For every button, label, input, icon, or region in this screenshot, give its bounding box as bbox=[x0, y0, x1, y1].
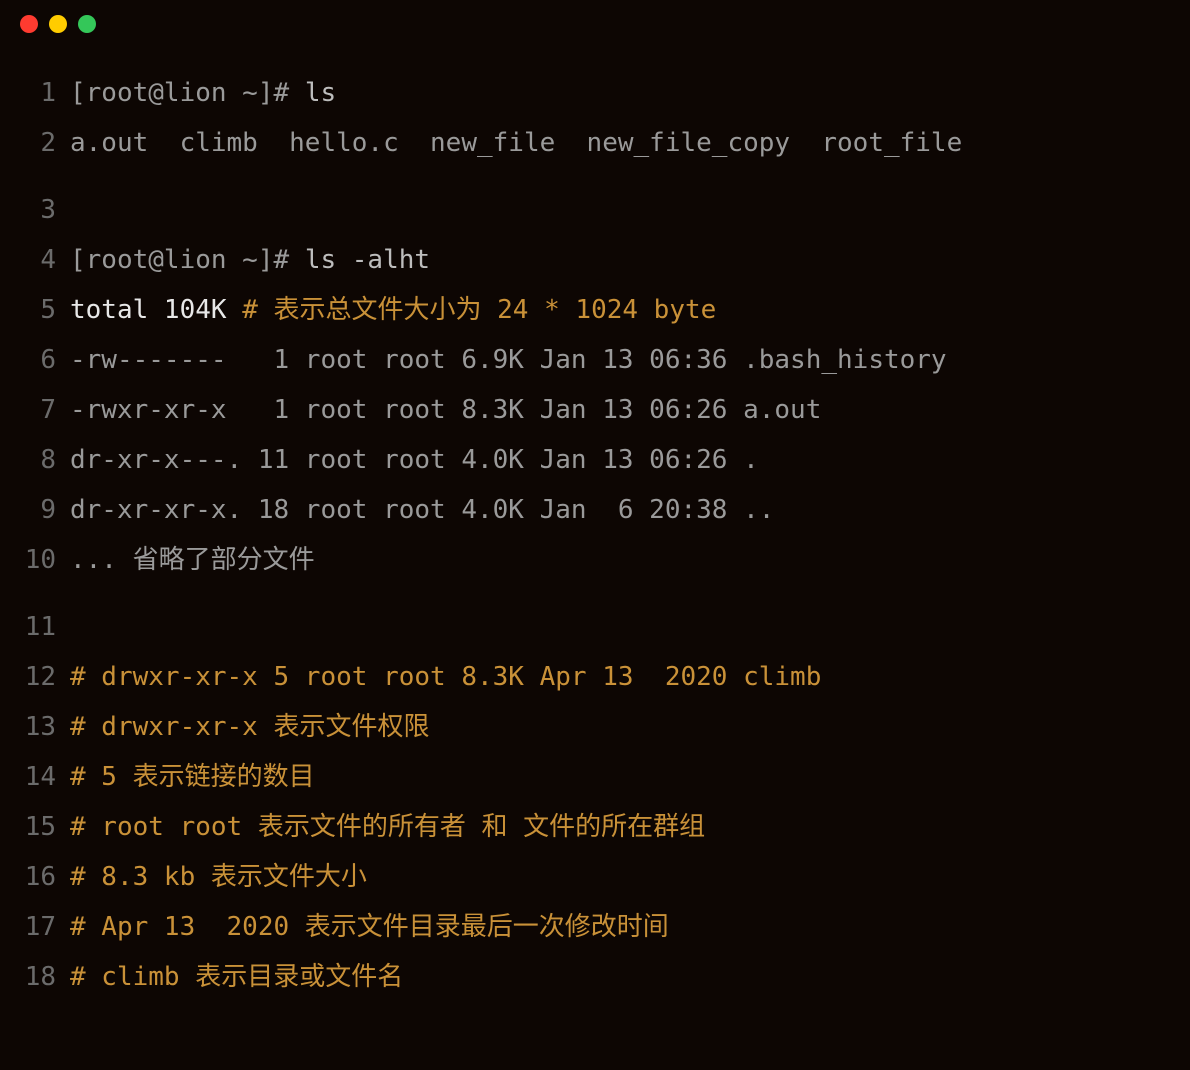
line-content: a.out climb hello.c new_file new_file_co… bbox=[70, 118, 1180, 168]
line-content: -rwxr-xr-x 1 root root 8.3K Jan 13 06:26… bbox=[70, 385, 1180, 435]
comment-text: # climb 表示目录或文件名 bbox=[70, 962, 403, 992]
comment-text: # Apr 13 2020 表示文件目录最后一次修改时间 bbox=[70, 912, 669, 942]
terminal-line: 16# 8.3 kb 表示文件大小 bbox=[0, 852, 1180, 902]
terminal-line: 11 bbox=[0, 585, 1180, 652]
line-number: 3 bbox=[0, 185, 70, 235]
line-content: # 5 表示链接的数目 bbox=[70, 752, 1180, 802]
line-number: 1 bbox=[0, 68, 70, 118]
line-number: 10 bbox=[0, 535, 70, 585]
line-number: 15 bbox=[0, 802, 70, 852]
line-number: 16 bbox=[0, 852, 70, 902]
terminal-line: 2a.out climb hello.c new_file new_file_c… bbox=[0, 118, 1180, 168]
line-number: 6 bbox=[0, 335, 70, 385]
line-content: -rw------- 1 root root 6.9K Jan 13 06:36… bbox=[70, 335, 1180, 385]
output-text: a.out climb hello.c new_file new_file_co… bbox=[70, 128, 962, 158]
output-text: -rwxr-xr-x 1 root root 8.3K Jan 13 06:26… bbox=[70, 395, 821, 425]
comment-text: # 表示总文件大小为 24 * 1024 byte bbox=[242, 295, 716, 325]
output-text: ... 省略了部分文件 bbox=[70, 545, 315, 575]
terminal-line: 15# root root 表示文件的所有者 和 文件的所在群组 bbox=[0, 802, 1180, 852]
line-content: # 8.3 kb 表示文件大小 bbox=[70, 852, 1180, 902]
line-number: 17 bbox=[0, 902, 70, 952]
terminal-line: 14# 5 表示链接的数目 bbox=[0, 752, 1180, 802]
line-number: 5 bbox=[0, 285, 70, 335]
terminal-line: 7-rwxr-xr-x 1 root root 8.3K Jan 13 06:2… bbox=[0, 385, 1180, 435]
line-content: ... 省略了部分文件 bbox=[70, 535, 1180, 585]
line-number: 9 bbox=[0, 485, 70, 535]
shell-prompt: [root@lion ~]# bbox=[70, 245, 305, 275]
terminal-line: 4[root@lion ~]# ls -alht bbox=[0, 235, 1180, 285]
comment-text: # drwxr-xr-x 5 root root 8.3K Apr 13 202… bbox=[70, 662, 821, 692]
terminal-line: 8dr-xr-x---. 11 root root 4.0K Jan 13 06… bbox=[0, 435, 1180, 485]
command-text: ls -alht bbox=[305, 245, 430, 275]
terminal-body[interactable]: 1[root@lion ~]# ls2a.out climb hello.c n… bbox=[0, 48, 1190, 1022]
output-text: dr-xr-x---. 11 root root 4.0K Jan 13 06:… bbox=[70, 445, 759, 475]
terminal-line: 1[root@lion ~]# ls bbox=[0, 68, 1180, 118]
line-content: # drwxr-xr-x 表示文件权限 bbox=[70, 702, 1180, 752]
terminal-line: 17# Apr 13 2020 表示文件目录最后一次修改时间 bbox=[0, 902, 1180, 952]
terminal-line: 18# climb 表示目录或文件名 bbox=[0, 952, 1180, 1002]
output-text: -rw------- 1 root root 6.9K Jan 13 06:36… bbox=[70, 345, 947, 375]
shell-prompt: [root@lion ~]# bbox=[70, 78, 305, 108]
line-content bbox=[70, 585, 1180, 635]
line-number: 8 bbox=[0, 435, 70, 485]
comment-text: # 5 表示链接的数目 bbox=[70, 762, 315, 792]
line-number: 2 bbox=[0, 118, 70, 168]
line-content: # drwxr-xr-x 5 root root 8.3K Apr 13 202… bbox=[70, 652, 1180, 702]
terminal-line: 3 bbox=[0, 168, 1180, 235]
line-number: 4 bbox=[0, 235, 70, 285]
command-text: ls bbox=[305, 78, 336, 108]
line-content: dr-xr-x---. 11 root root 4.0K Jan 13 06:… bbox=[70, 435, 1180, 485]
line-content: total 104K # 表示总文件大小为 24 * 1024 byte bbox=[70, 285, 1180, 335]
line-content: # Apr 13 2020 表示文件目录最后一次修改时间 bbox=[70, 902, 1180, 952]
line-content: [root@lion ~]# ls bbox=[70, 68, 1180, 118]
comment-text: # 8.3 kb 表示文件大小 bbox=[70, 862, 367, 892]
terminal-line: 5total 104K # 表示总文件大小为 24 * 1024 byte bbox=[0, 285, 1180, 335]
terminal-line: 12# drwxr-xr-x 5 root root 8.3K Apr 13 2… bbox=[0, 652, 1180, 702]
line-content: [root@lion ~]# ls -alht bbox=[70, 235, 1180, 285]
terminal-line: 9dr-xr-xr-x. 18 root root 4.0K Jan 6 20:… bbox=[0, 485, 1180, 535]
line-number: 11 bbox=[0, 602, 70, 652]
line-number: 13 bbox=[0, 702, 70, 752]
comment-text: # root root 表示文件的所有者 和 文件的所在群组 bbox=[70, 812, 705, 842]
terminal-line: 6-rw------- 1 root root 6.9K Jan 13 06:3… bbox=[0, 335, 1180, 385]
total-text: total 104K bbox=[70, 295, 242, 325]
line-number: 7 bbox=[0, 385, 70, 435]
terminal-line: 13# drwxr-xr-x 表示文件权限 bbox=[0, 702, 1180, 752]
minimize-icon[interactable] bbox=[49, 15, 67, 33]
line-content: # root root 表示文件的所有者 和 文件的所在群组 bbox=[70, 802, 1180, 852]
terminal-window: 1[root@lion ~]# ls2a.out climb hello.c n… bbox=[0, 0, 1190, 1070]
line-number: 14 bbox=[0, 752, 70, 802]
close-icon[interactable] bbox=[20, 15, 38, 33]
line-content bbox=[70, 168, 1180, 218]
maximize-icon[interactable] bbox=[78, 15, 96, 33]
window-titlebar bbox=[0, 0, 1190, 48]
comment-text: # drwxr-xr-x 表示文件权限 bbox=[70, 712, 430, 742]
line-content: dr-xr-xr-x. 18 root root 4.0K Jan 6 20:3… bbox=[70, 485, 1180, 535]
line-content: # climb 表示目录或文件名 bbox=[70, 952, 1180, 1002]
line-number: 12 bbox=[0, 652, 70, 702]
output-text: dr-xr-xr-x. 18 root root 4.0K Jan 6 20:3… bbox=[70, 495, 774, 525]
terminal-line: 10... 省略了部分文件 bbox=[0, 535, 1180, 585]
line-number: 18 bbox=[0, 952, 70, 1002]
